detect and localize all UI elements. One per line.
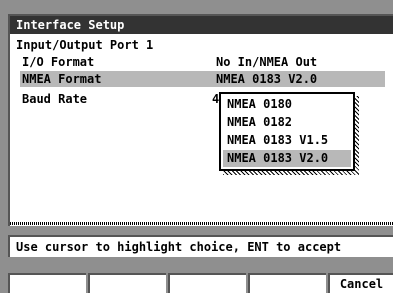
io-format-label: I/O Format bbox=[22, 55, 95, 69]
softkey-4[interactable] bbox=[248, 273, 326, 293]
nmea-format-value[interactable]: NMEA 0183 V2.0 bbox=[216, 72, 317, 87]
section-label: Input/Output Port 1 bbox=[16, 38, 154, 52]
baud-rate-label: Baud Rate bbox=[22, 92, 88, 106]
dropdown-option[interactable]: NMEA 0180 bbox=[223, 96, 351, 113]
dropdown-option-selected[interactable]: NMEA 0183 V2.0 bbox=[223, 150, 351, 167]
nmea-format-label: NMEA Format bbox=[22, 72, 102, 86]
window-title: Interface Setup bbox=[10, 16, 393, 34]
dropdown-option[interactable]: NMEA 0183 V1.5 bbox=[223, 132, 351, 149]
dropdown-option[interactable]: NMEA 0182 bbox=[223, 114, 351, 131]
softkey-1[interactable] bbox=[8, 273, 86, 293]
cancel-softkey[interactable]: Cancel bbox=[328, 273, 393, 293]
panel-divider bbox=[10, 222, 393, 225]
io-format-value[interactable]: No In/NMEA Out bbox=[216, 55, 317, 70]
softkey-3[interactable] bbox=[168, 273, 246, 293]
nmea-format-dropdown[interactable]: NMEA 0180 NMEA 0182 NMEA 0183 V1.5 NMEA … bbox=[219, 92, 355, 171]
softkey-2[interactable] bbox=[88, 273, 166, 293]
hint-bar: Use cursor to highlight choice, ENT to a… bbox=[8, 235, 393, 257]
